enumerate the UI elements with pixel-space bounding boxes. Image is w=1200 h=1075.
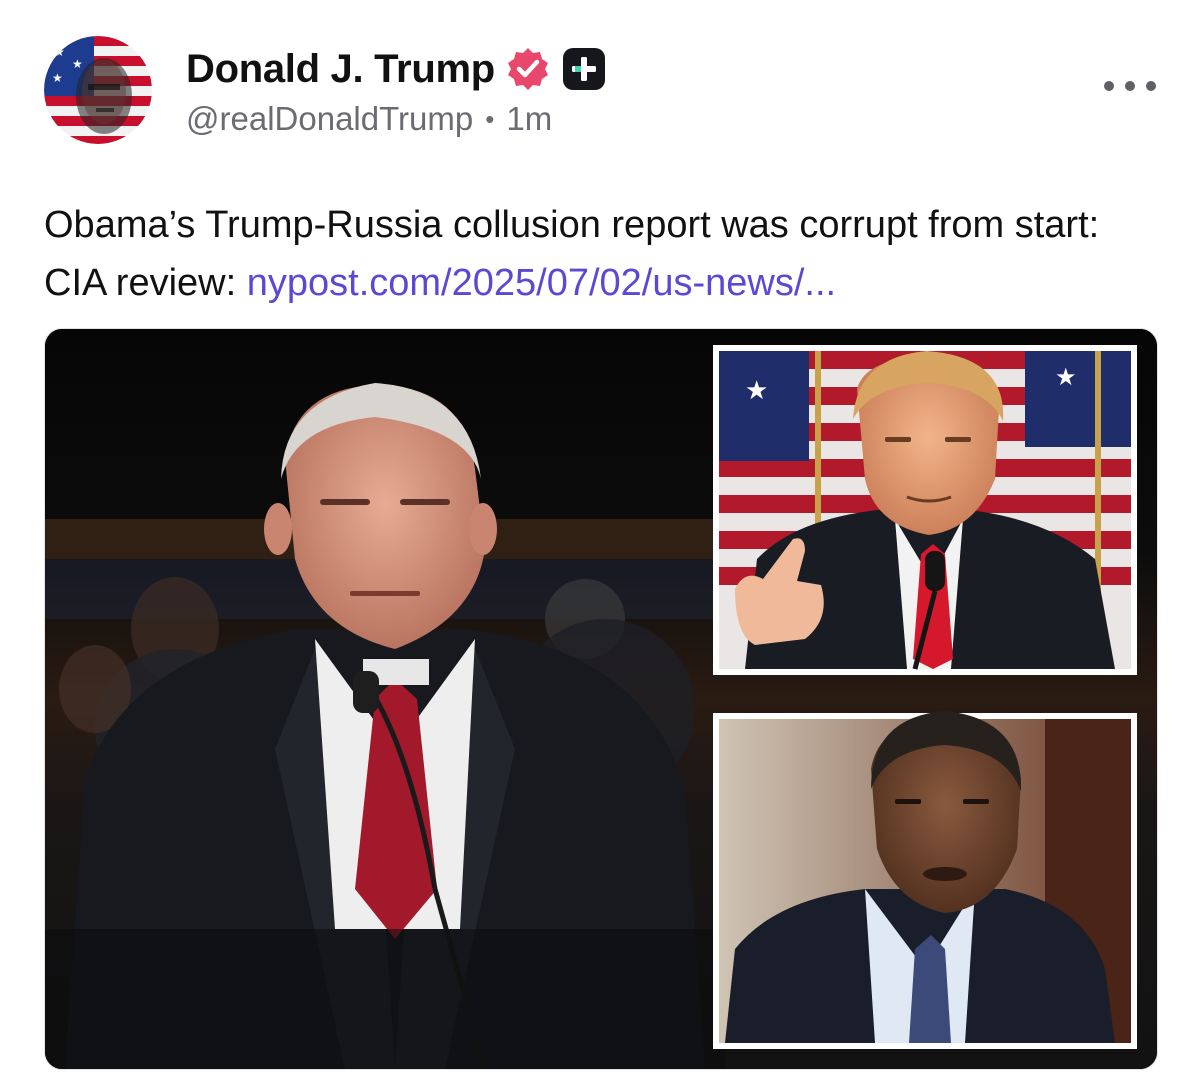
more-dot — [1146, 81, 1156, 91]
svg-text:★: ★ — [745, 376, 768, 406]
svg-text:★: ★ — [52, 71, 63, 85]
verified-badge-icon — [507, 48, 548, 90]
svg-text:★: ★ — [72, 57, 83, 71]
author-display-name[interactable]: Donald J. Trump — [186, 47, 495, 92]
more-dot — [1104, 81, 1114, 91]
author-meta-row: @realDonaldTrump • 1m — [186, 100, 552, 138]
svg-text:★: ★ — [54, 45, 65, 59]
post-image[interactable]: ★ ★ — [44, 328, 1158, 1070]
post-text: Obama’s Trump-Russia collusion report wa… — [44, 196, 1164, 312]
avatar[interactable]: ★ ★ ★ — [44, 36, 152, 144]
avatar-flag-face-icon: ★ ★ ★ — [44, 36, 152, 144]
svg-text:★: ★ — [1055, 363, 1077, 391]
post-link[interactable]: nypost.com/2025/07/02/us-news/... — [247, 262, 836, 304]
more-horizontal-icon[interactable] — [1104, 72, 1156, 100]
inset-photo-man-speaking — [713, 711, 1137, 1049]
meta-separator: • — [485, 103, 495, 134]
author-handle[interactable]: @realDonaldTrump — [186, 100, 473, 138]
plus-badge-icon — [562, 48, 605, 90]
post: ★ ★ ★ Donald J. Trump @realDonaldTrump • — [0, 0, 1200, 1075]
inset-photo-thumbs-up-flags: ★ ★ — [713, 345, 1137, 675]
more-dot — [1125, 81, 1135, 91]
photo-collage: ★ ★ — [45, 329, 1157, 1069]
post-timestamp[interactable]: 1m — [506, 100, 552, 138]
author-name-row: Donald J. Trump — [186, 44, 607, 94]
